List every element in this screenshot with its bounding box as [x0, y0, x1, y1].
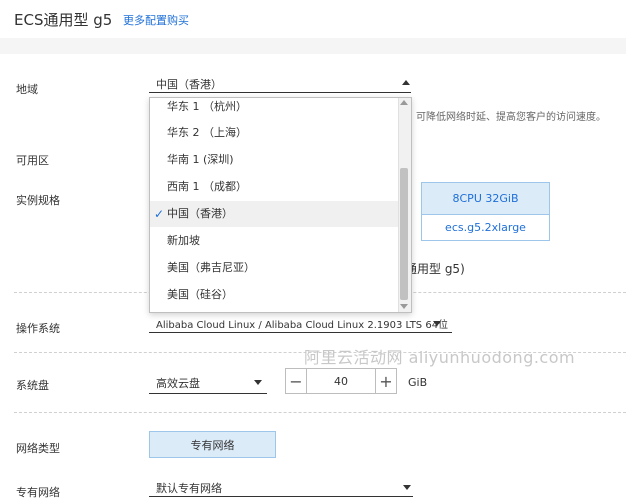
disk-size-value[interactable]: 40: [307, 368, 375, 394]
scroll-up-arrow-icon[interactable]: [400, 100, 408, 105]
region-hint-text: ，可降低网络时延、提高您客户的访问速度。: [406, 112, 606, 123]
region-option[interactable]: 华南 1 (深圳): [150, 147, 398, 173]
zone-label: 可用区: [16, 154, 49, 167]
more-config-link[interactable]: 更多配置购买: [123, 12, 189, 28]
region-option[interactable]: 西南 1 （成都）: [150, 174, 398, 200]
region-option-label: 美国（硅谷）: [167, 288, 233, 301]
vpc-select[interactable]: 默认专有网络: [149, 476, 413, 497]
system-disk-label: 系统盘: [16, 379, 49, 392]
chevron-down-icon: [433, 321, 441, 326]
os-select-value: Alibaba Cloud Linux / Alibaba Cloud Linu…: [156, 320, 449, 331]
region-label: 地域: [16, 83, 38, 96]
region-dropdown-list[interactable]: 华东 1 （杭州） 华东 2 （上海） 华南 1 (深圳) 西南 1 （成都） …: [149, 97, 412, 313]
page-title: ECS通用型 g5: [14, 11, 113, 29]
chevron-down-icon: [403, 485, 411, 490]
region-option-selected[interactable]: ✓ 中国（香港）: [150, 201, 398, 227]
instance-spec-label: 实例规格: [16, 194, 60, 207]
region-option[interactable]: 美国（硅谷）: [150, 282, 398, 308]
region-option-label: 新加坡: [167, 234, 200, 247]
region-option-label: 华东 2 （上海）: [167, 126, 247, 139]
region-option-label: 华南 1 (深圳): [167, 153, 234, 166]
network-type-label: 网络类型: [16, 442, 60, 455]
vpc-network-type-button[interactable]: 专有网络: [149, 431, 276, 458]
region-option[interactable]: 新加坡: [150, 228, 398, 254]
disk-type-select[interactable]: 高效云盘: [149, 369, 267, 394]
vpc-label: 专有网络: [16, 486, 60, 499]
region-option-label: 西南 1 （成都）: [167, 180, 247, 193]
vpc-select-value: 默认专有网络: [156, 482, 222, 495]
os-select[interactable]: Alibaba Cloud Linux / Alibaba Cloud Linu…: [149, 312, 452, 333]
disk-unit: GiB: [408, 376, 428, 389]
disk-type-value: 高效云盘: [156, 377, 200, 390]
instance-spec-card[interactable]: 8CPU 32GiB ecs.g5.2xlarge: [421, 182, 550, 241]
increment-button[interactable]: +: [375, 368, 397, 394]
scroll-down-arrow-icon[interactable]: [400, 304, 408, 309]
disk-size-stepper[interactable]: − 40 +: [285, 368, 397, 394]
region-option-label: 中国（香港）: [167, 207, 233, 220]
caret-up-icon: [402, 80, 410, 85]
checkmark-icon: ✓: [154, 207, 165, 221]
chevron-down-icon: [254, 380, 262, 385]
region-option[interactable]: 华东 1 （杭州）: [150, 98, 398, 120]
region-option[interactable]: 美国（弗吉尼亚）: [150, 255, 398, 281]
header-divider-band: [0, 38, 626, 54]
region-select[interactable]: 中国（香港）: [149, 72, 411, 93]
instance-spec-cpu-mem: 8CPU 32GiB: [422, 183, 549, 215]
section-divider: [14, 412, 626, 413]
instance-family-text: 通用型 g5): [405, 262, 465, 276]
instance-type-name: ecs.g5.2xlarge: [445, 221, 526, 234]
region-option-label: 华东 1 （杭州）: [167, 100, 247, 113]
decrement-button[interactable]: −: [285, 368, 307, 394]
region-option[interactable]: 华东 2 （上海）: [150, 120, 398, 146]
region-option-label: 美国（弗吉尼亚）: [167, 261, 255, 274]
scrollbar-thumb[interactable]: [400, 168, 408, 300]
region-select-value: 中国（香港）: [156, 78, 222, 91]
os-label: 操作系统: [16, 322, 60, 335]
watermark-text: 阿里云活动网 aliyunhuodong.com: [304, 348, 576, 367]
